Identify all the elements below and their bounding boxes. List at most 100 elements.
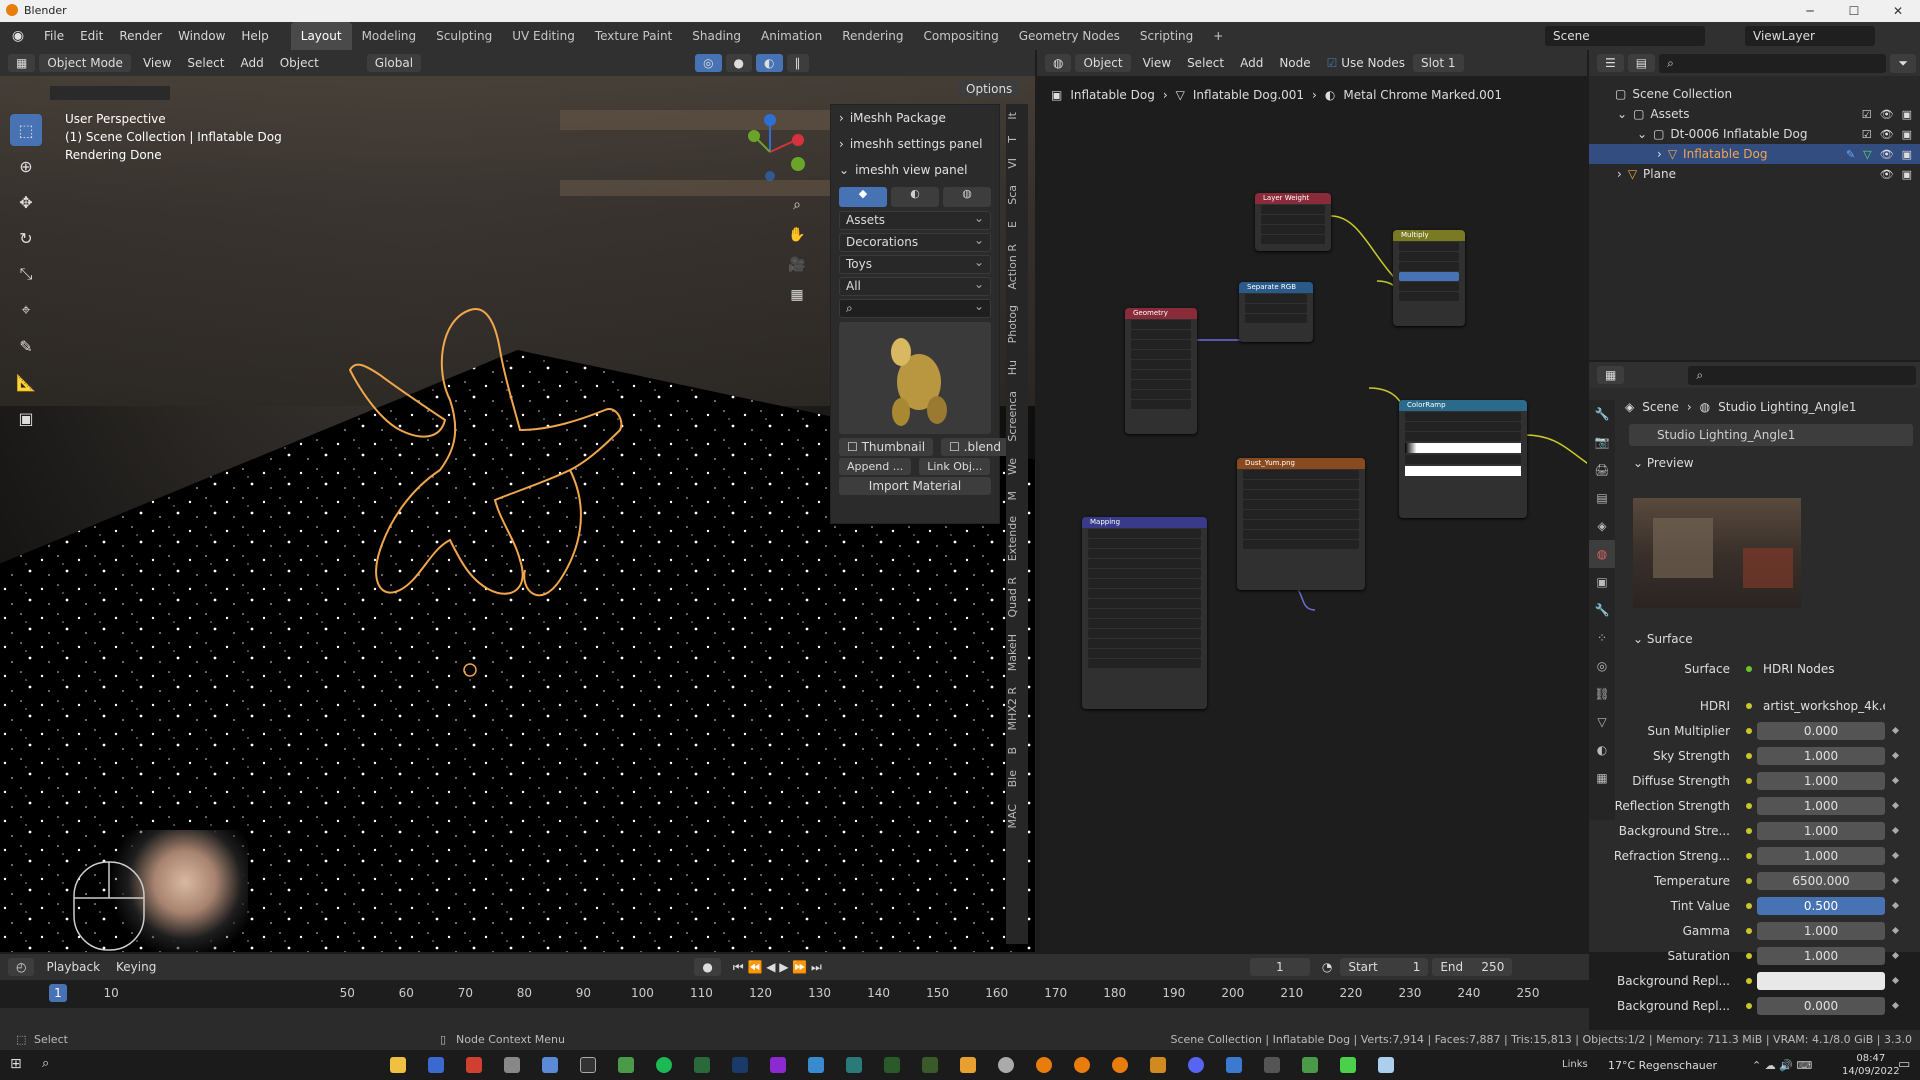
output-tab-icon[interactable]: 🖨 xyxy=(1589,456,1615,484)
sidebar-tab[interactable]: MHX2 R xyxy=(1006,679,1028,738)
node-socket-field[interactable] xyxy=(1088,529,1201,538)
constraints-tab-icon[interactable]: ⛓ xyxy=(1589,680,1615,708)
node-socket-field[interactable] xyxy=(1131,390,1191,399)
node-socket-field[interactable] xyxy=(1405,412,1521,421)
current-frame-marker[interactable]: 1 xyxy=(49,984,67,1002)
group-dropdown[interactable]: Toys xyxy=(839,254,991,274)
end-frame-field[interactable]: End 250 xyxy=(1432,958,1513,976)
node-socket-field[interactable] xyxy=(1088,599,1201,608)
keyframe-icon[interactable] xyxy=(1891,976,1900,985)
node-socket-field[interactable] xyxy=(1088,559,1201,568)
keyframe-icon[interactable] xyxy=(1891,851,1900,860)
property-value-field[interactable]: 1.000 xyxy=(1757,772,1885,790)
windows-start-icon[interactable]: ⊞ xyxy=(10,1056,22,1072)
filter-dropdown[interactable]: All xyxy=(839,276,991,296)
keyframe-icon[interactable] xyxy=(1891,901,1900,910)
color-ramp-color-swatch[interactable] xyxy=(1405,466,1521,476)
node-socket-field[interactable] xyxy=(1245,314,1307,323)
app-taskbar-icon[interactable] xyxy=(770,1057,786,1073)
property-value-field[interactable]: 1.000 xyxy=(1757,922,1885,940)
sidebar-tab[interactable]: Extende xyxy=(1006,508,1028,569)
photoshop-icon[interactable] xyxy=(732,1057,748,1073)
sidebar-tab[interactable]: Quad R xyxy=(1006,569,1028,626)
imeshh-settings-section[interactable]: › imeshh settings panel xyxy=(831,131,999,157)
visibility-icons[interactable]: ☑ 👁 ▣ xyxy=(1862,128,1912,141)
node-dust-image-texture[interactable]: Dust_Yum.png xyxy=(1237,458,1365,590)
node-socket-field[interactable] xyxy=(1405,455,1521,464)
node-socket-field[interactable] xyxy=(1088,639,1201,648)
add-workspace-icon[interactable]: + xyxy=(1203,22,1233,50)
tab-modeling[interactable]: Modeling xyxy=(352,22,427,50)
physics-tab-icon[interactable]: ◎ xyxy=(1589,652,1615,680)
app-taskbar-icon[interactable] xyxy=(1226,1057,1242,1073)
keyframe-icon[interactable] xyxy=(1891,951,1900,960)
node-socket-field[interactable] xyxy=(1243,540,1359,549)
world-datablock-field[interactable]: Studio Lighting_Angle1 xyxy=(1629,424,1913,446)
app-taskbar-icon[interactable] xyxy=(428,1057,444,1073)
gizmo-toggle-icon[interactable]: ◎ xyxy=(695,54,722,72)
view-nav-icons[interactable]: ⌕ ✋ 🎥 ▦ xyxy=(787,190,807,310)
tab-shading[interactable]: Shading xyxy=(682,22,751,50)
node-layer-weight[interactable]: Layer Weight xyxy=(1255,193,1331,251)
selection-mode-buttons[interactable] xyxy=(50,86,170,100)
node-colorramp[interactable]: ColorRamp xyxy=(1399,400,1527,518)
node-socket-field[interactable] xyxy=(1088,569,1201,578)
record-icon[interactable]: ● xyxy=(694,958,721,976)
property-value-field[interactable]: 0.500 xyxy=(1757,897,1885,915)
notifications-icon[interactable]: ▭ xyxy=(1898,1057,1910,1072)
playback-controls[interactable]: ⏮ ⏪ ◀ ▶ ⏩ ⏭ xyxy=(725,960,830,975)
app-taskbar-icon[interactable] xyxy=(694,1057,710,1073)
node-socket-field[interactable] xyxy=(1261,235,1325,244)
node-socket-field[interactable] xyxy=(1405,422,1521,431)
sidebar-tab[interactable]: Action R xyxy=(1006,236,1028,298)
app-taskbar-icon[interactable] xyxy=(1378,1057,1394,1073)
keyframe-icon[interactable] xyxy=(1891,826,1900,835)
sidebar-tab[interactable]: Ble xyxy=(1006,762,1028,795)
append-button[interactable]: Append ... xyxy=(839,458,912,475)
render-tab-icon[interactable]: 📷 xyxy=(1589,428,1615,456)
shader-node-editor[interactable]: ◍ Object View Select Add Node ☑ Use Node… xyxy=(1037,50,1587,952)
hdri-value-field[interactable]: artist_workshop_4k.exr... xyxy=(1757,697,1885,715)
outliner-item-inflatable-dog[interactable]: › ▽ Inflatable Dog ✎ ▽ 👁 ▣ xyxy=(1589,144,1920,164)
sidebar-tab[interactable]: MakeH xyxy=(1006,626,1028,679)
object-mode-dropdown[interactable]: Object Mode xyxy=(39,54,131,72)
materials-type-icon[interactable]: ◐ xyxy=(891,187,939,207)
sidebar-tab[interactable]: B xyxy=(1006,739,1028,763)
sidebar-tab[interactable]: MAC xyxy=(1006,796,1028,837)
thumbnail-toggle[interactable]: ☐ Thumbnail xyxy=(839,438,934,456)
keyframe-icon[interactable] xyxy=(1891,776,1900,785)
orientation-dropdown[interactable]: Global xyxy=(366,54,422,72)
node-socket-field[interactable] xyxy=(1243,470,1359,479)
visibility-icons[interactable]: ☑ 👁 ▣ xyxy=(1862,108,1912,121)
subcategory-dropdown[interactable]: Decorations xyxy=(839,232,991,252)
app-taskbar-icon[interactable] xyxy=(1340,1057,1356,1073)
node-socket-field[interactable] xyxy=(1261,215,1325,224)
tab-compositing[interactable]: Compositing xyxy=(913,22,1008,50)
properties-search-input[interactable]: ⌕ xyxy=(1688,365,1916,385)
node-socket-field[interactable] xyxy=(1405,432,1521,441)
keyframe-icon[interactable] xyxy=(1891,726,1900,735)
outliner-display-mode-icon[interactable]: ▤ xyxy=(1627,54,1656,72)
property-value-field[interactable]: 1.000 xyxy=(1757,747,1885,765)
keyframe-icon[interactable] xyxy=(1891,801,1900,810)
node-socket-field[interactable] xyxy=(1399,292,1459,301)
keyframe-icon[interactable] xyxy=(1891,1001,1900,1010)
link-object-button[interactable]: Link Obj... xyxy=(919,458,991,475)
node-socket-field[interactable] xyxy=(1243,510,1359,519)
property-value-field[interactable]: 0.000 xyxy=(1757,722,1885,740)
node-socket-field[interactable] xyxy=(1088,659,1201,668)
transform-tool-icon[interactable]: ⌖ xyxy=(10,294,42,326)
viewport-options-button[interactable]: Options xyxy=(958,80,1021,98)
tab-texture-paint[interactable]: Texture Paint xyxy=(585,22,682,50)
app-taskbar-icon[interactable] xyxy=(542,1057,558,1073)
import-material-button[interactable]: Import Material xyxy=(839,477,991,495)
chrome-icon[interactable] xyxy=(618,1057,634,1073)
maximize-icon[interactable]: ☐ xyxy=(1832,0,1876,22)
node-socket-field[interactable] xyxy=(1261,205,1325,214)
property-value-field[interactable] xyxy=(1757,972,1885,990)
object-tab-icon[interactable]: ▣ xyxy=(1589,568,1615,596)
blender-taskbar-icon[interactable] xyxy=(1074,1057,1090,1073)
node-socket-field[interactable] xyxy=(1131,360,1191,369)
taskbar-clock[interactable]: 08:47 14/09/2022 xyxy=(1842,1052,1900,1078)
data-tab-icon[interactable]: ▽ xyxy=(1589,708,1615,736)
